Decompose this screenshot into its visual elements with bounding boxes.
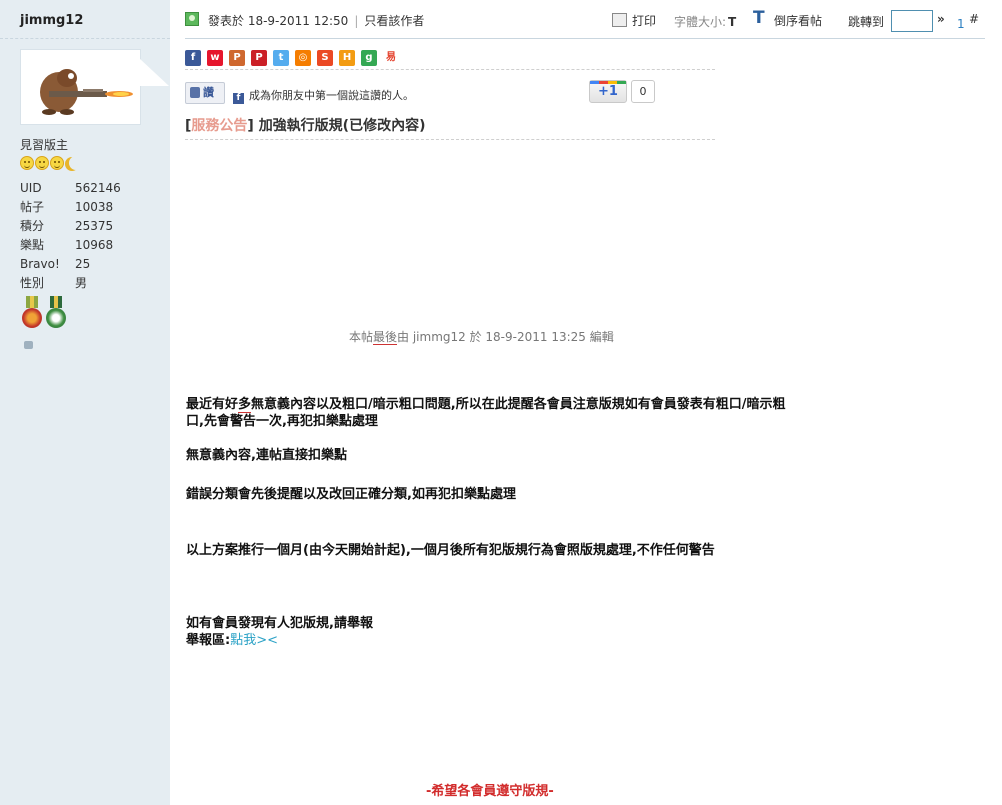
reverse-order-link[interactable]: 倒序看帖 [774,12,822,29]
post-paragraph: 以上方案推行一個月(由今天開始計起),一個月後所有犯版規行為會照版規處理,不作任… [186,543,715,558]
print-button[interactable]: 打印 [612,12,656,29]
like-label: 讚 [203,86,214,99]
twitter-icon[interactable]: t [273,50,289,66]
yi-icon[interactable]: 易 [383,50,399,66]
google-plus-button[interactable]: +1 [589,80,627,103]
google-icon[interactable]: g [361,50,377,66]
floor-hash: # [969,12,980,26]
fb-text: 成為你朋友中第一個說這讚的人。 [249,89,414,102]
medals [22,296,66,330]
edit-note-pre: 本帖 [349,330,374,344]
thumbs-up-icon [190,87,200,98]
moon-icon [69,156,83,170]
stat-key: UID [20,181,42,195]
mixi-icon[interactable]: ◎ [295,50,311,66]
post-header: 發表於 18-9-2011 12:50 | 只看該作者 打印 字體大小: T T 倒序… [185,8,985,32]
facebook-icon[interactable]: f [185,50,201,66]
paragraph-underlined: 多 [238,397,252,413]
stat-key: 帖子 [20,200,45,214]
facebook-icon: f [233,93,244,104]
share-divider [185,69,715,70]
stat-value: 男 [75,276,88,290]
weibo-icon[interactable]: w [207,50,223,66]
paragraph-text: 無意義內容以及粗口/暗示粗口問題,所以在此提醒各會員注意版規如有會員發表有粗口/… [186,397,786,429]
report-link[interactable]: 點我>< [230,633,278,648]
posted-time: 發表於 18-9-2011 12:50 [208,14,349,28]
like-button[interactable]: 讚 [185,82,225,104]
post-category[interactable]: 服務公告 [191,118,247,134]
edit-note-underlined: 最後 [373,330,398,345]
floor-number[interactable]: 1 [957,17,965,31]
facebook-like-text: f 成為你朋友中第一個說這讚的人。 [233,87,414,104]
header-divider [185,38,985,39]
post-paragraph: 最近有好多無意義內容以及粗口/暗示粗口問題,所以在此提醒各會員注意版規如有會員發… [186,396,796,430]
share-bar: f w P P t ◎ S H g 易 [185,50,399,66]
paragraph-text: 最近有好 [186,397,239,412]
avatar[interactable] [20,49,141,125]
jump-to-input[interactable] [891,10,933,32]
stat-key: 性別 [20,276,45,290]
stat-row: 樂點 10968 [20,236,121,255]
post-title-text: 加強執行版規(已修改內容) [258,118,426,134]
online-status-icon [185,12,199,26]
smiley-icon [35,156,49,170]
edit-note: 本帖最後由 jimmg12 於 18-9-2011 13:25 編輯 [349,328,614,345]
report-line: 如有會員發現有人犯版規,請舉報 [186,616,373,631]
stat-row: UID 562146 [20,179,121,198]
smiley-icon [50,156,64,170]
print-label: 打印 [632,14,657,28]
post-title: [服務公告] 加強執行版規(已修改內容) [185,118,426,134]
stat-key: 樂點 [20,238,45,252]
font-size-label: 字體大小: [674,15,727,29]
medal-icon[interactable] [46,296,66,330]
font-large-button[interactable]: T [753,8,765,28]
only-author-link[interactable]: 只看該作者 [364,14,424,28]
report-area-line: 舉報區:點我>< [186,632,796,649]
author-username[interactable]: jimmg12 [20,13,83,28]
pinterest-icon[interactable]: P [251,50,267,66]
font-small-button[interactable]: T [728,15,736,29]
closing-text: -希望各會員遵守版規- [426,784,554,799]
smiley-icon [20,156,34,170]
author-rank: 見習版主 [20,138,69,152]
sidebar-divider [0,38,170,39]
jump-to-label: 跳轉到 [848,15,885,29]
printer-icon [612,13,627,27]
plurk-icon[interactable]: P [229,50,245,66]
medal-icon[interactable] [22,296,42,330]
stat-value[interactable]: 10038 [75,198,113,217]
rank-stars [20,156,83,170]
author-sidebar: jimmg12 見習版主 UID 562146 帖子 10038 積分 2537… [0,0,170,805]
edit-note-post: 由 jimmg12 於 18-9-2011 13:25 編輯 [397,330,614,344]
hd-icon[interactable]: H [339,50,355,66]
avatar-image [40,69,133,115]
stat-row: 積分 25375 [20,217,121,236]
stat-value: 10968 [75,238,114,252]
post-meta: 發表於 18-9-2011 12:50 | 只看該作者 [208,12,424,29]
stat-value: 25375 [75,219,114,233]
gplus-strip [590,81,626,84]
author-stats: UID 562146 帖子 10038 積分 25375 樂點 10968 Br… [20,179,121,293]
stumble-icon[interactable]: S [317,50,333,66]
title-divider [185,139,715,140]
post-paragraph: 錯誤分類會先後提醒以及改回正確分類,如再犯扣樂點處理 [186,487,516,502]
separator: | [354,14,359,28]
google-plus-count: 0 [631,80,655,103]
stat-row: 帖子 10038 [20,198,121,217]
font-size-control: 字體大小: T [674,13,736,30]
stat-row: 性別 男 [20,274,121,293]
stat-value: 25 [75,257,91,271]
gplus-label: +1 [598,84,618,99]
stat-row: Bravo! 25 [20,255,121,274]
stat-key: Bravo! [20,257,60,271]
stat-key: 積分 [20,219,45,233]
user-info-icon[interactable] [24,341,33,349]
post-paragraph: 如有會員發現有人犯版規,請舉報 舉報區:點我>< [186,615,796,649]
stat-value: 562146 [75,181,121,195]
report-area-label: 舉報區: [186,633,231,648]
avatar-bubble-pointer [139,58,169,86]
post-paragraph: 無意義內容,連帖直接扣樂點 [186,448,347,463]
jump-go-button[interactable]: » [937,12,945,26]
